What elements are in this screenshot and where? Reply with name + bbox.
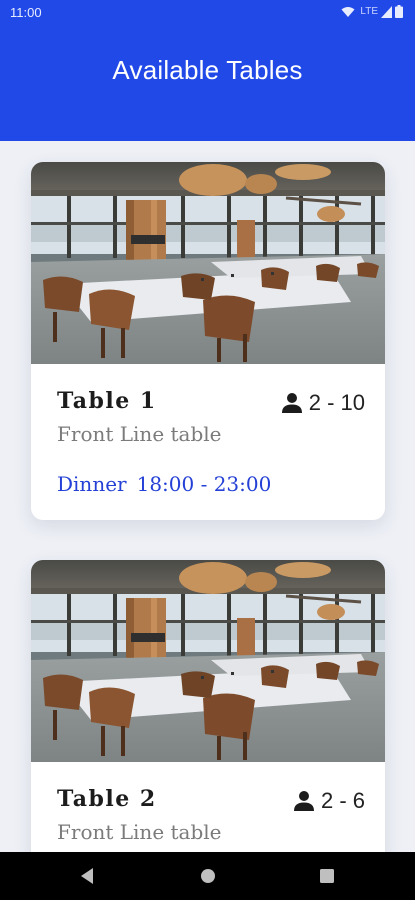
table-location: Front Line table: [57, 422, 222, 446]
home-button[interactable]: [178, 852, 238, 900]
wifi-icon: [341, 6, 355, 17]
table-card[interactable]: Table 1 2 - 10 Front Line table Dinner 18…: [31, 162, 385, 520]
cellular-signal-icon: [381, 5, 392, 18]
recents-icon: [320, 869, 334, 883]
screen: 11:00 LTE Available Tables Table 1 2 - 1…: [0, 0, 415, 900]
tables-list[interactable]: Table 1 2 - 10 Front Line table Dinner 18…: [0, 141, 415, 852]
system-nav-bar: [0, 852, 415, 900]
table-photo: [31, 560, 385, 762]
hours-label: 18:00 - 23:00: [136, 472, 272, 496]
back-icon: [81, 868, 93, 884]
person-icon: [281, 393, 302, 413]
status-time: 11:00: [10, 5, 42, 20]
battery-icon: [395, 5, 403, 18]
meal-label: Dinner: [57, 472, 127, 496]
table-capacity: 2 - 10: [281, 390, 365, 416]
home-icon: [201, 869, 215, 883]
table-name: Table 1: [57, 388, 157, 414]
capacity-range: 2 - 10: [308, 390, 365, 415]
status-bar: 11:00 LTE: [0, 0, 415, 26]
person-icon: [293, 791, 314, 811]
table-card[interactable]: Table 2 2 - 6 Front Line table: [31, 560, 385, 852]
table-photo: [31, 162, 385, 364]
table-capacity: 2 - 6: [293, 788, 365, 814]
capacity-range: 2 - 6: [320, 788, 365, 813]
table-name: Table 2: [57, 786, 157, 812]
network-type-label: LTE: [360, 6, 378, 17]
page-title: Available Tables: [112, 55, 303, 85]
back-button[interactable]: [57, 852, 117, 900]
table-location: Front Line table: [57, 820, 222, 844]
app-bar: 11:00 LTE Available Tables: [0, 0, 415, 141]
service-hours: Dinner 18:00 - 23:00: [57, 472, 271, 496]
status-icons: LTE: [341, 5, 403, 18]
recents-button[interactable]: [297, 852, 357, 900]
